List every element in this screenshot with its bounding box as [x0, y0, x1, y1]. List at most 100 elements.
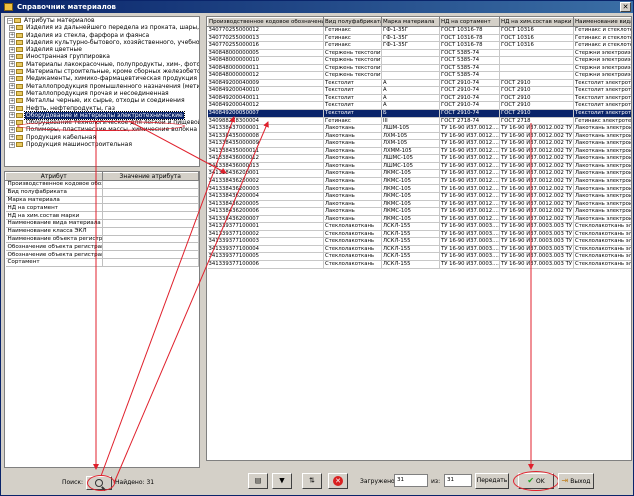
attr-row[interactable]: Наименование объекта регистраци...	[5, 235, 199, 244]
tree-item[interactable]: + Материалы лакокрасочные, полупродукты, …	[5, 61, 199, 68]
attr-value[interactable]	[102, 211, 199, 220]
grid-row[interactable]: 340770255000016 Гетинакс ГФ-1-35Г ГОСТ 1031…	[207, 41, 631, 50]
tree-item[interactable]: + Медикаменты, химико-фармацевтическая пр…	[5, 75, 199, 82]
delete-button[interactable]: ✕	[328, 473, 348, 489]
grid-row[interactable]: 341338436200002 Лакоткань ЛКМС-105 ТУ 16-90…	[207, 177, 631, 186]
grid-row[interactable]: 341338436000013 Лакоткань ЛШМС-105 ТУ 16-90…	[207, 162, 631, 171]
grid-row[interactable]: 340849200040010 Текстолит А ГОСТ 2910-74 ГОС…	[207, 86, 631, 95]
attr-value[interactable]	[102, 196, 199, 205]
expand-icon[interactable]: +	[9, 90, 15, 97]
attr-row[interactable]: НД на сортамент	[5, 203, 199, 213]
tree-item[interactable]: + Нефть, нефтепродукты, газ	[5, 105, 199, 112]
attr-row[interactable]: Сортамент	[5, 258, 199, 267]
tree-item[interactable]: + Иностранная группировка	[5, 53, 199, 60]
grid-row[interactable]: 340849200040009 Текстолит А ГОСТ 2910-74 ГОС…	[207, 79, 631, 88]
grid-row[interactable]: 341338436200001 Лакоткань ЛКМС-105 ТУ 16-90…	[207, 169, 631, 178]
grid-row[interactable]: 340770255000013 Гетинакс ГФ-1-35Г ГОСТ 1031…	[207, 34, 631, 43]
tree-item[interactable]: + Изделия из дальнейшего передела из прок…	[5, 24, 199, 31]
grid-row[interactable]: 340848000000010Стержень текстолит... ГОСТ…	[207, 56, 631, 65]
grid-row[interactable]: 340848000000012Стержень текстолит... ГОСТ…	[207, 71, 631, 80]
attr-value[interactable]	[102, 227, 199, 236]
expand-icon[interactable]: +	[9, 119, 15, 126]
tree-item[interactable]: + Металлопродукция прочая и несоединенная	[5, 90, 199, 97]
collapse-icon[interactable]: −	[7, 17, 13, 24]
attr-column-header[interactable]: Атрибут	[5, 172, 103, 181]
refresh-button[interactable]: ⇅	[302, 473, 322, 489]
tree-item[interactable]: + Металлопродукция промышленного назначен…	[5, 83, 199, 90]
materials-grid[interactable]: Производственное кодовое обозначение Вид …	[206, 16, 632, 461]
grid-row[interactable]: 340770255000012 Гетинакс ГФ-1-35Г ГОСТ 1031…	[207, 26, 631, 35]
tree-item[interactable]: + Оборудование и материалы электротехниче…	[5, 110, 199, 120]
attr-value[interactable]	[102, 235, 199, 244]
tree-item[interactable]: + Продукция машиностроительная	[5, 141, 199, 148]
transfer-button[interactable]: Передать	[475, 473, 509, 489]
exit-button[interactable]: ⇥ Выход	[558, 473, 594, 489]
expand-icon[interactable]: +	[9, 53, 15, 60]
grid-row[interactable]: 340849200050007 Текстолит Б ГОСТ 2910-74 ГОС…	[207, 109, 631, 118]
grid-column-header[interactable]: Производственное кодовое обозначение	[207, 17, 324, 27]
expand-icon[interactable]: +	[9, 61, 15, 68]
attr-row[interactable]: Наименование вида материала	[5, 219, 199, 228]
tree-item[interactable]: + Изделия из стекла, фарфора и фаянса	[5, 32, 199, 39]
grid-row[interactable]: 341338435000011 Лакоткань ЛХММ-105 ТУ 16-90…	[207, 147, 631, 156]
grid-row[interactable]: 341338437000001 Лакоткань ЛШМ-105 ТУ 16-90 …	[207, 124, 631, 133]
expand-icon[interactable]: +	[9, 97, 15, 104]
attr-row[interactable]: Обозначение объекта регистраци...	[5, 242, 199, 252]
grid-row[interactable]: 340848000000011Стержень текстолит... ГОСТ…	[207, 64, 631, 73]
expand-icon[interactable]: +	[9, 83, 15, 90]
grid-row[interactable]: 341338436200004 Лакоткань ЛКМС-105 ТУ 16-90…	[207, 192, 631, 201]
grid-column-header[interactable]: Вид полуфабриката	[323, 17, 382, 27]
attr-row[interactable]: Производственное кодовое обознa...	[5, 180, 199, 189]
grid-row[interactable]: 341339377100004 Стеклолакоткань ЛСКЛ-155 ТУ…	[207, 245, 631, 254]
attr-value[interactable]	[102, 203, 199, 213]
grid-row[interactable]: 341338435000008 Лакоткань ЛХМ-105 ТУ 16-90 …	[207, 132, 631, 141]
attr-value[interactable]	[102, 219, 199, 228]
close-button[interactable]: ✕	[620, 2, 631, 12]
grid-column-header[interactable]: НД на сортамент	[439, 17, 500, 27]
grid-column-header[interactable]: НД на хим.состав марки	[499, 17, 574, 27]
grid-row[interactable]: 341338436200005 Лакоткань ЛКМС-105 ТУ 16-90…	[207, 200, 631, 209]
attr-row[interactable]: Обозначение объекта регистраци...	[5, 250, 199, 259]
attr-row[interactable]: Наименование класса ЭКЛ	[5, 227, 199, 236]
expand-icon[interactable]: +	[9, 46, 15, 53]
grid-row[interactable]: 341339377100002 Стеклолакоткань ЛСКЛ-155 ТУ…	[207, 230, 631, 239]
expand-icon[interactable]: +	[9, 24, 15, 31]
attr-row[interactable]: Марка материала	[5, 196, 199, 205]
grid-row[interactable]: 341338436200003 Лакоткань ЛКМС-105 ТУ 16-90…	[207, 184, 631, 194]
attr-value[interactable]	[102, 250, 199, 259]
expand-icon[interactable]: +	[9, 68, 15, 75]
tree-item[interactable]: + Изделия культурно-бытового, хозяйственн…	[5, 39, 199, 46]
expand-icon[interactable]: +	[9, 112, 15, 119]
expand-icon[interactable]: +	[9, 39, 15, 46]
grid-row[interactable]: 341338436200007 Лакоткань ЛКМС-105 ТУ 16-90…	[207, 215, 631, 224]
ok-button[interactable]: ✔ OK	[518, 473, 554, 489]
value-column-header[interactable]: Значение атрибута	[101, 172, 199, 181]
dropdown-button[interactable]: ▼	[272, 473, 292, 489]
grid-row[interactable]: 340988278300004 Гетинакс III ГОСТ 2718-74 ГО…	[207, 117, 631, 126]
tree-item[interactable]: + Изделия цветные	[5, 46, 199, 53]
grid-column-header[interactable]: Наименование вида м	[573, 17, 631, 27]
attr-value[interactable]	[102, 258, 199, 267]
grid-row[interactable]: 341338436200006 Лакоткань ЛКМС-105 ТУ 16-90…	[207, 207, 631, 216]
grid-row[interactable]: 341339377100003 Стеклолакоткань ЛСКЛ-155 ТУ…	[207, 237, 631, 246]
expand-icon[interactable]: +	[9, 75, 15, 82]
tree-item[interactable]: + Металлы черные, их сырье, отходы и соед…	[5, 97, 199, 104]
attr-row[interactable]: Вид полуфабриката	[5, 188, 199, 197]
expand-icon[interactable]: +	[9, 126, 15, 133]
attr-value[interactable]	[102, 180, 199, 189]
search-button[interactable]	[86, 476, 112, 490]
grid-row[interactable]: 341339377100001 Стеклолакоткань ЛСКЛ-155 ТУ…	[207, 222, 631, 231]
grid-row[interactable]: 341339377100005 Стеклолакоткань ЛСКЛ-155 ТУ…	[207, 252, 631, 261]
attr-value[interactable]	[102, 242, 199, 252]
tree-item[interactable]: + Материалы строительные, кроме сборных ж…	[5, 68, 199, 75]
grid-settings-button[interactable]: ▤	[248, 473, 268, 489]
grid-column-header[interactable]: Марка материала	[381, 17, 440, 27]
grid-row[interactable]: 340849200040012 Текстолит А ГОСТ 2910-74 ГОС…	[207, 101, 631, 110]
tree-item[interactable]: + Продукция кабельная	[5, 134, 199, 141]
expand-icon[interactable]: +	[9, 105, 15, 112]
material-category-tree[interactable]: − Атрибуты материалов + Изделия из дальней…	[4, 16, 200, 167]
attr-row[interactable]: НД на хим.состав марки	[5, 211, 199, 220]
attr-value[interactable]	[102, 188, 199, 197]
grid-row[interactable]: 340849200040011 Текстолит А ГОСТ 2910-74 ГОС…	[207, 94, 631, 103]
tree-root[interactable]: − Атрибуты материалов	[5, 17, 199, 24]
